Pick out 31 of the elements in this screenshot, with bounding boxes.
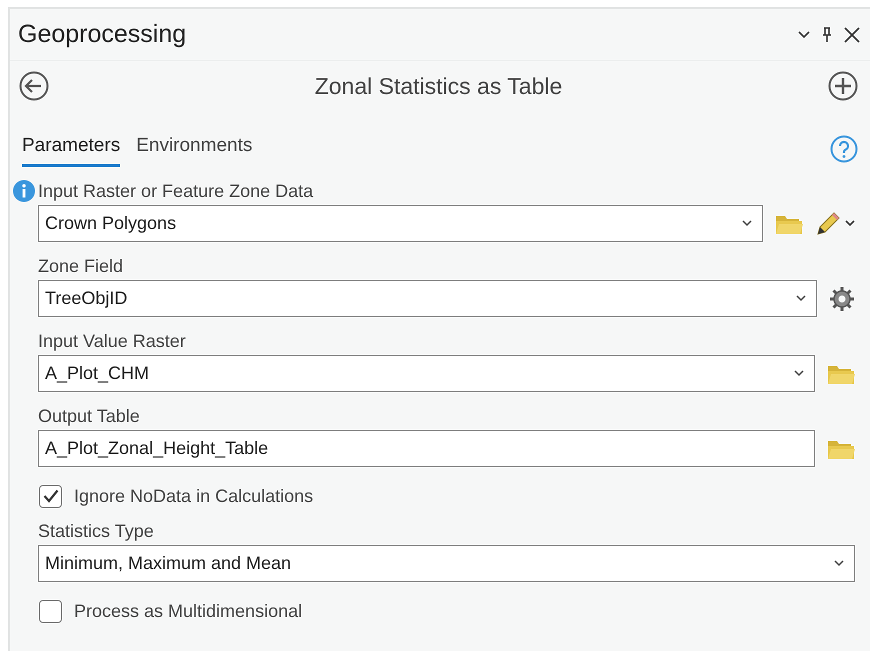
tool-title: Zonal Statistics as Table: [314, 72, 564, 101]
dropdown-field[interactable]: A_Plot_CHM: [38, 355, 815, 392]
checkbox-label: Process as Multidimensional: [74, 600, 302, 622]
dropdown-field[interactable]: Crown Polygons: [38, 205, 763, 242]
field-label: Statistics Type: [38, 520, 154, 543]
back-icon[interactable]: [19, 71, 49, 101]
chevron-down-icon: [796, 295, 806, 302]
chevron-down-icon: [742, 220, 752, 227]
dropdown-field[interactable]: TreeObjID: [38, 280, 817, 317]
pane-title: Geoprocessing: [18, 18, 186, 50]
add-icon[interactable]: [828, 71, 858, 101]
input-field[interactable]: A_Plot_Zonal_Height_Table: [38, 430, 815, 467]
help-icon[interactable]: [830, 135, 858, 163]
checkbox[interactable]: [39, 484, 62, 508]
checkbox-label: Ignore NoData in Calculations: [74, 484, 314, 508]
field-label: Zone Field: [38, 254, 124, 278]
pin-icon[interactable]: [822, 26, 832, 42]
chevron-down-icon: [794, 370, 804, 377]
dropdown-field[interactable]: Minimum, Maximum and Mean: [38, 545, 855, 582]
field-label: Output Table: [38, 404, 140, 428]
pencil-icon[interactable]: [815, 210, 841, 236]
field-label: Input Value Raster: [38, 330, 186, 353]
caret-icon[interactable]: [845, 220, 855, 227]
tab[interactable]: Parameters: [22, 132, 120, 167]
close-icon[interactable]: [844, 26, 860, 42]
chevron-down-icon: [834, 560, 844, 567]
chevron-down-icon[interactable]: [798, 30, 810, 38]
field-label: Input Raster or Feature Zone Data: [38, 180, 314, 203]
gear-icon[interactable]: [829, 286, 855, 312]
checkbox[interactable]: [39, 600, 62, 622]
tab[interactable]: Environments: [136, 132, 252, 167]
